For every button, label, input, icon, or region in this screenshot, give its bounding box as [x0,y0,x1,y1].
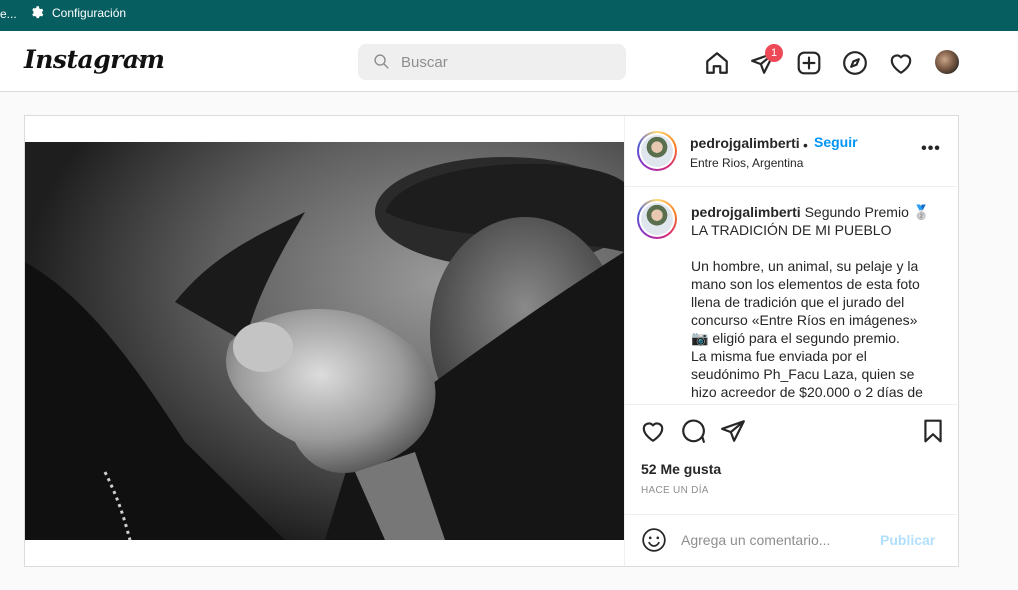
post-card: pedrojgalimberti • Seguir Entre Rios, Ar… [24,115,960,567]
more-options-icon[interactable]: ••• [919,141,943,162]
post-actions: 52 Me gusta HACE UN DÍA [625,405,960,515]
notification-badge: 1 [765,44,783,62]
caption-line: hizo acreedor de $20.000 o 2 días de [691,384,923,400]
emoji-icon[interactable] [641,527,667,553]
settings-label: Configuración [52,5,127,20]
heart-icon [890,54,912,74]
search-icon [374,54,389,69]
profile-avatar[interactable] [935,50,959,74]
author-username[interactable]: pedrojgalimberti [690,135,800,151]
home-icon [706,52,728,74]
search-input[interactable] [401,44,611,80]
gear-icon [32,6,44,19]
new-post-icon [797,51,821,75]
separator-dot: • [803,137,808,153]
share-icon [721,420,745,442]
caption-line: seudónimo Ph_Facu Laza, quien se [691,366,915,382]
comment-input[interactable] [681,525,871,555]
settings-button[interactable]: Configuración [29,5,126,20]
comment-button[interactable] [680,418,706,444]
post-photo[interactable] [25,142,624,540]
like-button[interactable] [640,418,666,444]
photo-image [25,142,624,540]
likes-count[interactable]: 52 Me gusta [641,461,721,477]
post-sidebar: pedrojgalimberti • Seguir Entre Rios, Ar… [624,116,960,566]
save-button[interactable] [920,418,946,444]
post-header: pedrojgalimberti • Seguir Entre Rios, Ar… [625,116,960,187]
caption-username[interactable]: pedrojgalimberti [691,204,801,220]
share-button[interactable] [720,418,746,444]
caption-line: Un hombre, un animal, su pelaje y la [691,258,919,274]
caption-line: Segundo Premio 🥈 [804,204,931,220]
comment-icon [682,419,705,443]
app-topbar: e... Configuración [0,0,1018,31]
instagram-header: Instagram 1 [0,31,1018,92]
post-timestamp[interactable]: HACE UN DÍA [641,485,709,496]
explore-icon [843,51,867,75]
follow-button[interactable]: Seguir [814,134,858,150]
caption-line: 📷 eligió para el segundo premio. [691,330,900,346]
search-box[interactable] [358,44,626,80]
author-avatar[interactable] [637,131,677,171]
caption-line: mano son los elementos de esta foto [691,276,920,292]
post-caption: pedrojgalimberti Segundo Premio 🥈 LA TRA… [625,187,960,405]
new-post-button[interactable] [796,50,822,76]
comment-bar: Publicar [625,515,960,566]
heart-icon [642,422,664,442]
activity-button[interactable] [888,50,914,76]
chevron-down-icon[interactable] [135,54,147,64]
home-button[interactable] [704,50,730,76]
caption-text: pedrojgalimberti Segundo Premio 🥈 LA TRA… [691,203,941,401]
caption-line: concurso «Entre Ríos en imágenes» [691,312,918,328]
tab-truncated[interactable]: e... [0,7,17,21]
post-location[interactable]: Entre Rios, Argentina [690,156,803,170]
publish-button[interactable]: Publicar [880,532,935,548]
caption-line: llena de tradición que el jurado del [691,294,905,310]
caption-line: La misma fue enviada por el [691,348,867,364]
caption-avatar[interactable] [637,199,677,239]
caption-line: LA TRADICIÓN DE MI PUEBLO [691,222,892,238]
explore-button[interactable] [842,50,868,76]
bookmark-icon [924,419,942,443]
